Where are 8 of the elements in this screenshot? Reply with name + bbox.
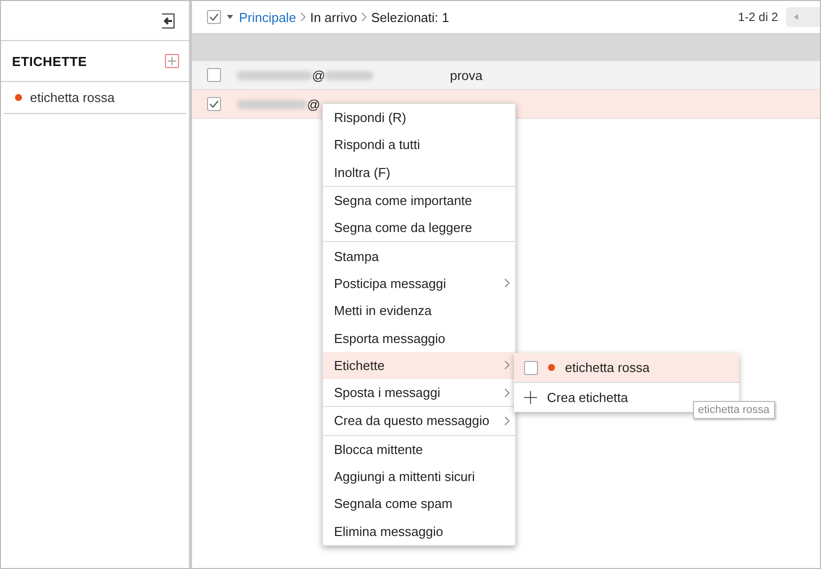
pagination-text: 1-2 di 2 — [738, 10, 778, 24]
tooltip: etichetta rossa — [693, 401, 775, 419]
breadcrumb-text: In arrivo — [310, 10, 358, 24]
section-title: ETICHETTE — [12, 54, 87, 68]
subject-text: prova — [450, 68, 483, 82]
breadcrumb-text: Selezionati: 1 — [371, 10, 450, 24]
sender-text: @ — [312, 68, 326, 82]
sender-text: @ — [307, 96, 320, 112]
